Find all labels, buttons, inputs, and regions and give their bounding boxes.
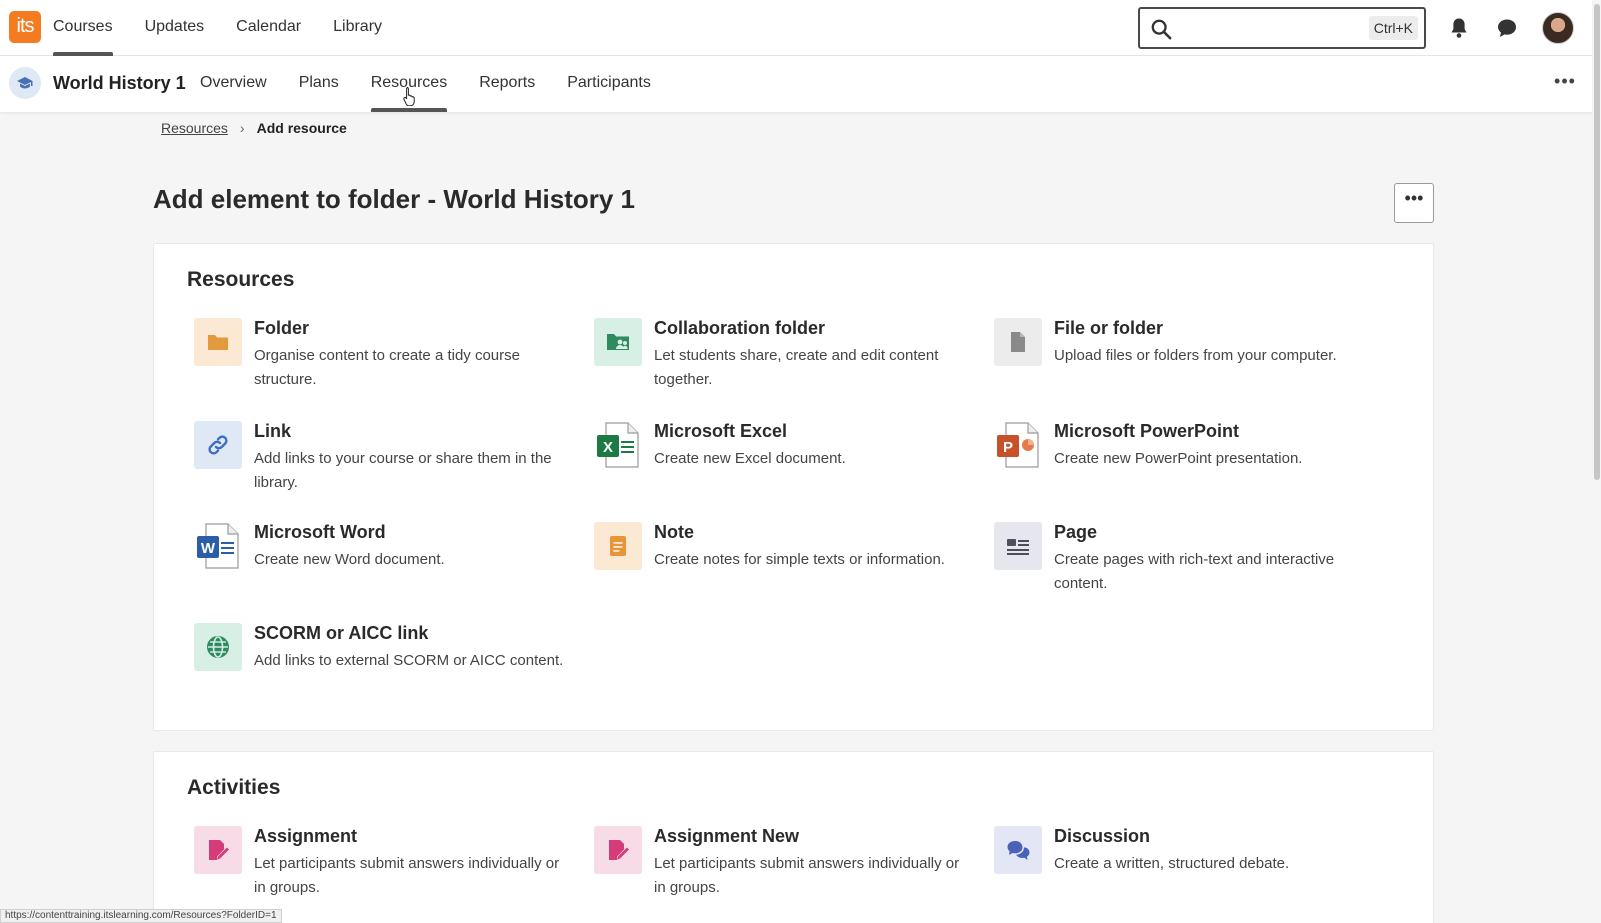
assignment-icon	[194, 826, 242, 874]
svg-text:X: X	[603, 439, 613, 456]
search-shortcut-badge: Ctrl+K	[1368, 16, 1418, 40]
tile-title: File or folder	[1054, 318, 1164, 338]
activities-section-title: Activities	[187, 776, 281, 799]
mouse-pointer-hand-icon	[403, 87, 415, 106]
browser-status-url: https://contenttraining.itslearning.com/…	[0, 909, 282, 923]
tab-participants[interactable]: Participants	[567, 56, 651, 112]
search-icon	[1151, 19, 1172, 40]
page-icon	[994, 522, 1042, 570]
graduation-cap-icon	[17, 77, 33, 89]
tile-title: Folder	[254, 318, 310, 338]
tab-reports[interactable]: Reports	[479, 56, 535, 112]
tile-description: Let participants submit answers individu…	[654, 855, 960, 896]
resources-section-title: Resources	[187, 268, 295, 291]
tile-title: Discussion	[1054, 826, 1151, 846]
tile-description: Upload files or folders from your comput…	[1054, 347, 1337, 364]
page-more-options-button[interactable]: •••	[1394, 183, 1434, 223]
note-icon	[594, 522, 642, 570]
tile-title: Assignment New	[654, 826, 800, 846]
breadcrumb-current: Add resource	[256, 120, 347, 136]
tile-description: Add links to your course or share them i…	[254, 450, 552, 491]
link-icon	[194, 421, 242, 469]
scrollbar-thumb[interactable]	[1594, 4, 1600, 480]
tile-title: Note	[654, 522, 694, 542]
breadcrumb-resources-link[interactable]: Resources	[161, 120, 228, 136]
main-nav: Courses Updates Calendar Library	[53, 0, 414, 56]
breadcrumb: Resources › Add resource	[161, 118, 347, 138]
tile-title: Assignment	[254, 826, 358, 846]
nav-library[interactable]: Library	[333, 0, 382, 56]
assignment-new-icon	[594, 826, 642, 874]
tile-description: Add links to external SCORM or AICC cont…	[254, 652, 564, 669]
tile-description: Create pages with rich-text and interact…	[1054, 551, 1335, 592]
chevron-right-icon: ›	[239, 120, 245, 136]
course-icon	[9, 67, 41, 99]
discussion-icon	[994, 826, 1042, 874]
folder-icon	[194, 318, 242, 366]
search-input[interactable]	[1180, 13, 1360, 43]
globe-icon	[194, 623, 242, 671]
tile-title: Microsoft Word	[254, 522, 386, 542]
nav-calendar[interactable]: Calendar	[236, 0, 301, 56]
page-title: Add element to folder - World History 1	[153, 184, 636, 214]
itslearning-logo[interactable]: its	[9, 11, 41, 43]
user-avatar[interactable]	[1542, 12, 1574, 44]
tile-description: Create new PowerPoint presentation.	[1054, 450, 1303, 467]
tile-title: SCORM or AICC link	[254, 623, 429, 643]
course-tabs: Overview Plans Resources Reports Partici…	[200, 56, 683, 112]
tile-description: Let participants submit answers individu…	[254, 855, 560, 896]
tile-description: Let students share, create and edit cont…	[654, 347, 939, 388]
tile-description: Organise content to create a tidy course…	[254, 347, 520, 388]
search-box[interactable]: Ctrl+K	[1138, 7, 1426, 49]
collaboration-folder-icon	[594, 318, 642, 366]
course-more-options-icon[interactable]: •••	[1553, 72, 1577, 94]
page-scrollbar[interactable]	[1592, 0, 1601, 923]
tile-description: Create notes for simple texts or informa…	[654, 551, 945, 568]
nav-courses[interactable]: Courses	[53, 0, 113, 56]
tile-description: Create a written, structured debate.	[1054, 855, 1290, 872]
svg-text:P: P	[1003, 439, 1013, 456]
top-navigation-bar: its Courses Updates Calendar Library Ctr…	[0, 0, 1601, 56]
svg-text:W: W	[201, 540, 216, 557]
notifications-bell-icon[interactable]	[1449, 17, 1469, 39]
tab-overview[interactable]: Overview	[200, 56, 267, 112]
tab-plans[interactable]: Plans	[299, 56, 339, 112]
tile-title: Microsoft Excel	[654, 421, 788, 441]
course-title[interactable]: World History 1	[53, 56, 186, 112]
course-header-bar: World History 1 Overview Plans Resources…	[0, 56, 1601, 112]
tile-title: Microsoft PowerPoint	[1054, 421, 1240, 441]
file-icon	[994, 318, 1042, 366]
nav-updates[interactable]: Updates	[145, 0, 205, 56]
tile-title: Link	[254, 421, 292, 441]
excel-icon: X	[594, 421, 642, 469]
messages-chat-icon[interactable]	[1496, 17, 1518, 39]
word-icon: W	[194, 522, 242, 570]
tile-description: Create new Word document.	[254, 551, 445, 568]
tile-title: Page	[1054, 522, 1098, 542]
tile-title: Collaboration folder	[654, 318, 825, 338]
tile-description: Create new Excel document.	[654, 450, 846, 467]
activities-section: Activities Assignment Let participants s…	[153, 751, 1434, 923]
powerpoint-icon: P	[994, 421, 1042, 469]
resources-section: Resources Folder Organise content to cre…	[153, 243, 1434, 731]
